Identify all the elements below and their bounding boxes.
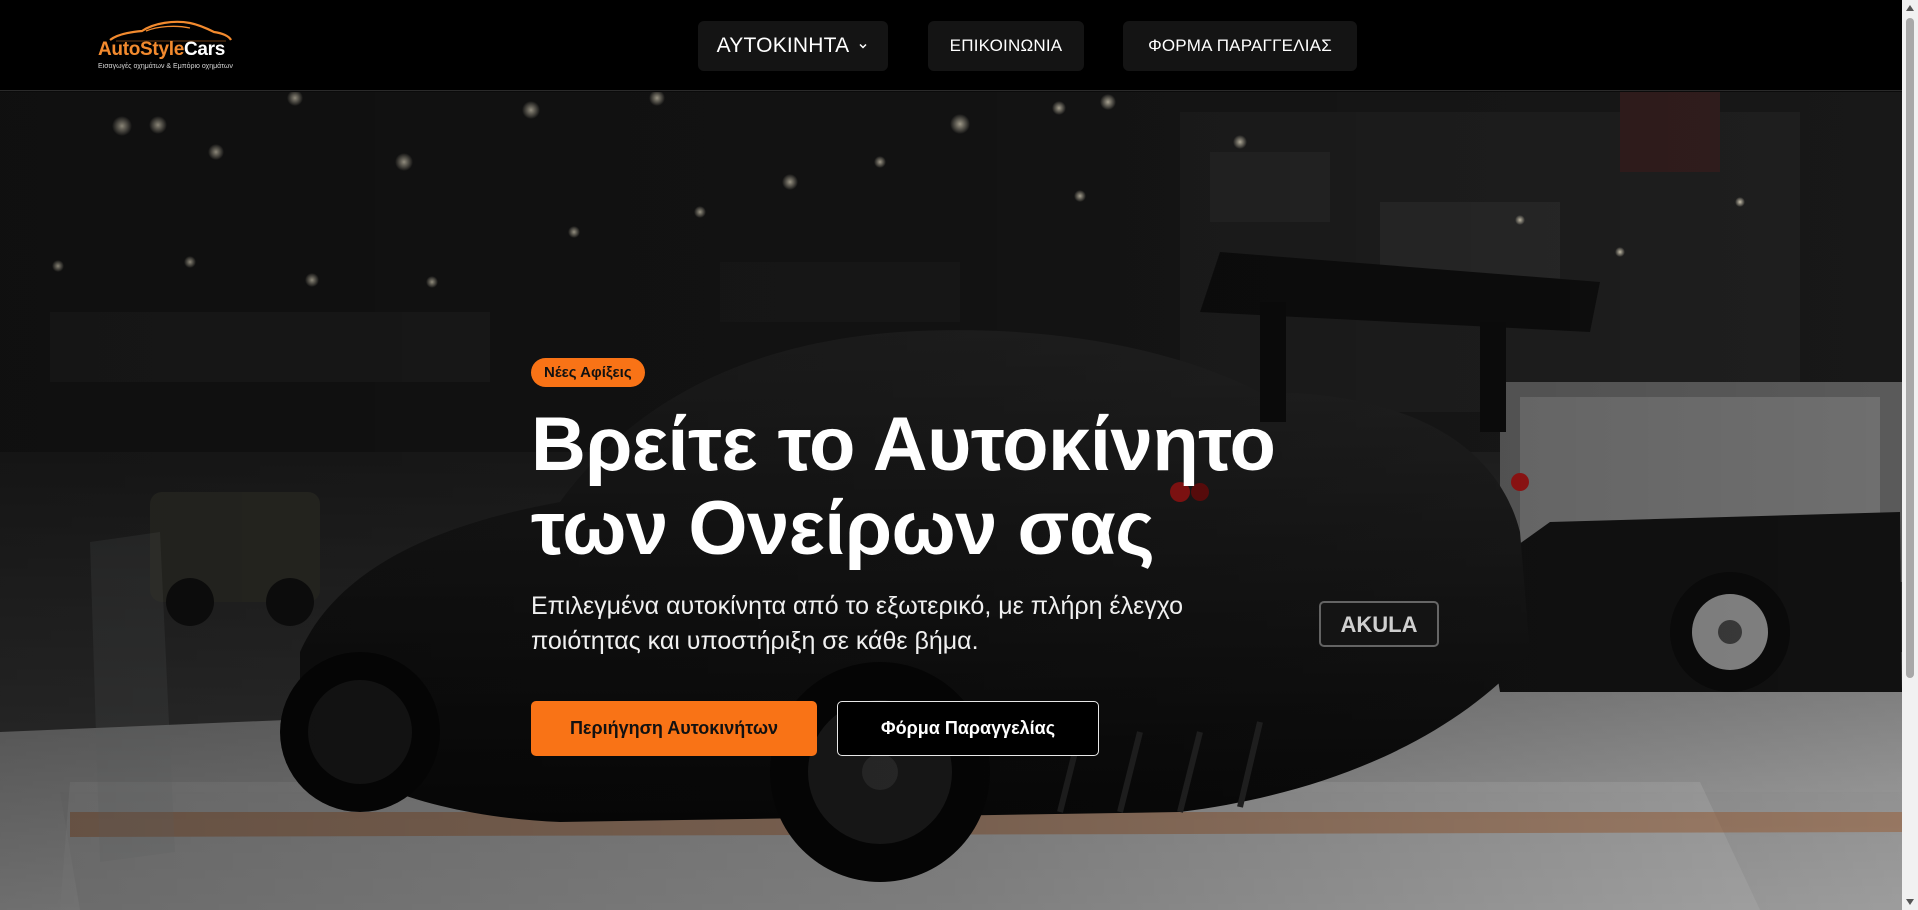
hero-content: Νέες Αφίξεις Βρείτε το Αυτοκίνητο των Ον… [531,358,1431,756]
chevron-down-icon [859,43,867,49]
scroll-down-arrow-icon[interactable] [1906,899,1914,905]
scroll-up-arrow-icon[interactable] [1906,5,1914,11]
nav-cars-label: ΑΥΤΟΚΙΝΗΤΑ [716,34,850,57]
nav-contact-link[interactable]: ΕΠΙΚΟΙΝΩΝΙΑ [928,21,1084,71]
page-scrollbar[interactable] [1902,0,1918,910]
hero-section: AKULA Νέες Αφίξεις Βρείτε το Αυτοκίνητο … [0,92,1902,910]
order-form-button[interactable]: Φόρμα Παραγγελίας [837,701,1099,756]
main-nav: ΑΥΤΟΚΙΝΗΤΑ ΕΠΙΚΟΙΝΩΝΙΑ ΦΟΡΜΑ ΠΑΡΑΓΓΕΛΙΑΣ [0,21,1902,71]
site-header: AutoStyleCars Εισαγωγές οχημάτων & Εμπόρ… [0,0,1902,91]
hero-headline: Βρείτε το Αυτοκίνητο των Ονείρων σας [531,402,1276,571]
hero-subtitle: Επιλεγμένα αυτοκίνητα από το εξωτερικό, … [531,592,1184,655]
hero-buttons: Περιήγηση Αυτοκινήτων Φόρμα Παραγγελίας [531,701,1431,756]
scrollbar-thumb[interactable] [1906,18,1914,678]
nav-order-form-link[interactable]: ΦΟΡΜΑ ΠΑΡΑΓΓΕΛΙΑΣ [1123,21,1357,71]
browse-cars-button[interactable]: Περιήγηση Αυτοκινήτων [531,701,817,756]
nav-cars-dropdown[interactable]: ΑΥΤΟΚΙΝΗΤΑ [698,21,888,71]
new-arrivals-badge: Νέες Αφίξεις [531,358,645,387]
